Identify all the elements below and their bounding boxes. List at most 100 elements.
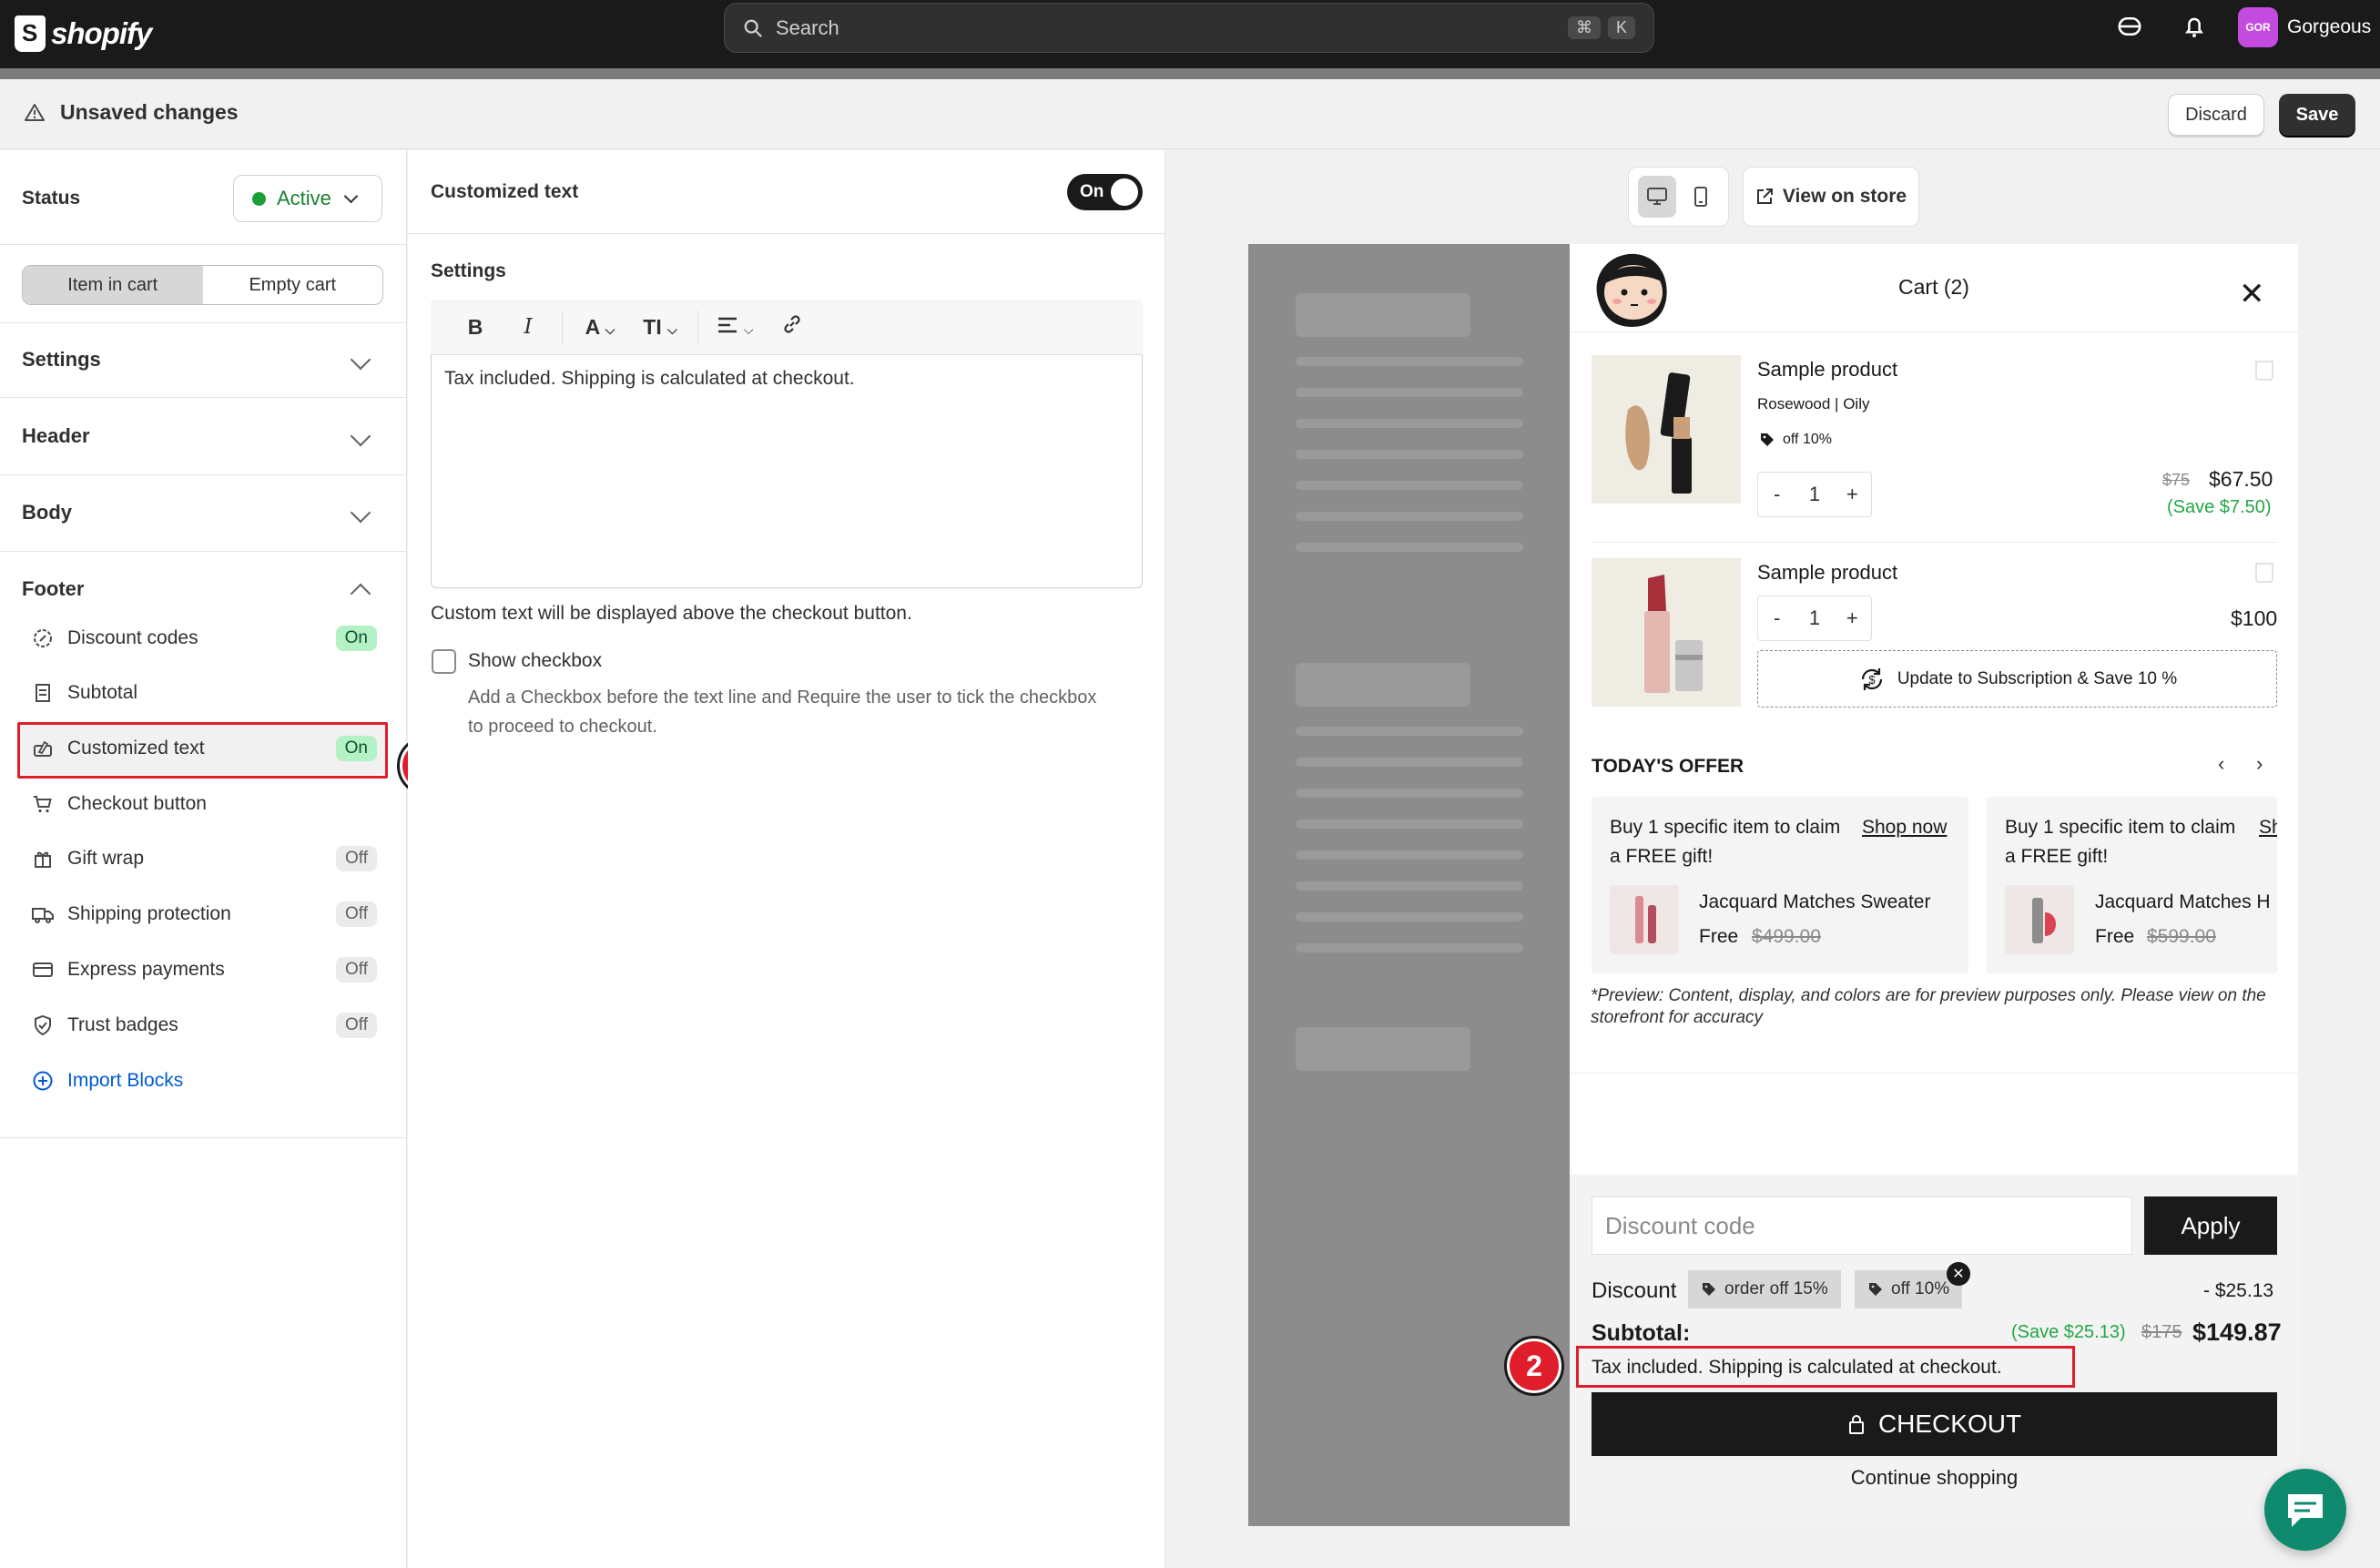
plus-circle-icon bbox=[31, 1069, 55, 1093]
device-toggle bbox=[1628, 167, 1729, 227]
footer-item-shipping-protection[interactable]: Shipping protection Off bbox=[31, 894, 377, 934]
tab-empty-cart[interactable]: Empty cart bbox=[203, 266, 383, 304]
checkout-button[interactable]: CHECKOUT bbox=[1592, 1392, 2277, 1456]
item-1-savings: (Save $7.50) bbox=[2167, 497, 2272, 517]
subtotal-savings: (Save $25.13) bbox=[2011, 1322, 2126, 1342]
trash-icon[interactable] bbox=[2255, 361, 2273, 381]
tab-item-in-cart[interactable]: Item in cart bbox=[23, 266, 203, 304]
remove-discount-icon[interactable]: ✕ bbox=[1947, 1262, 1970, 1286]
chevron-down-icon bbox=[350, 502, 371, 524]
skeleton-line bbox=[1296, 912, 1523, 921]
offer-2-thumbnail bbox=[2005, 885, 2074, 954]
item-1-quantity-stepper[interactable]: - 1 + bbox=[1757, 472, 1872, 517]
cart-state-tabs: Item in cart Empty cart bbox=[22, 265, 383, 305]
view-on-store-button[interactable]: View on store bbox=[1743, 167, 1919, 227]
text-color-button[interactable]: A ⌵ bbox=[570, 315, 630, 340]
show-checkbox[interactable] bbox=[432, 649, 456, 674]
offer-1-shop-now-link[interactable]: Shop now bbox=[1862, 813, 1947, 842]
search-placeholder: Search bbox=[776, 15, 839, 39]
editor-content[interactable]: Tax included. Shipping is calculated at … bbox=[444, 368, 855, 390]
increase-button[interactable]: + bbox=[1834, 606, 1871, 630]
link-button[interactable] bbox=[766, 313, 819, 341]
footer-item-gift-wrap[interactable]: Gift wrap Off bbox=[31, 839, 377, 879]
footer-item-trust-badges[interactable]: Trust badges Off bbox=[31, 1005, 377, 1045]
increase-button[interactable]: + bbox=[1834, 483, 1871, 506]
annotation-box-1 bbox=[17, 722, 388, 779]
discount-code-input[interactable]: Discount code bbox=[1592, 1196, 2132, 1255]
shopify-bag-icon bbox=[15, 15, 46, 52]
offer-next-icon[interactable]: › bbox=[2256, 752, 2263, 776]
divider bbox=[1592, 542, 2277, 543]
lipstick-illustration bbox=[1644, 575, 1703, 693]
desktop-view-button[interactable] bbox=[1637, 176, 1676, 218]
search-bar[interactable]: Search ⌘ K bbox=[724, 3, 1654, 53]
storefront-backdrop bbox=[1248, 244, 1571, 1526]
status-dropdown[interactable]: Active bbox=[233, 175, 382, 222]
store-avatar: GOR bbox=[2238, 7, 2278, 47]
status-badge: On bbox=[335, 626, 377, 651]
chevron-down-icon bbox=[350, 425, 371, 447]
item-2-quantity-stepper[interactable]: - 1 + bbox=[1757, 596, 1872, 641]
lip-tint-illustration bbox=[2032, 898, 2056, 943]
offer-1-old-price: $499.00 bbox=[1752, 926, 1821, 947]
search-icon bbox=[744, 19, 762, 37]
mascot-icon bbox=[1596, 253, 1667, 327]
footer-item-subtotal[interactable]: Subtotal bbox=[31, 673, 377, 713]
footer-item-checkout-button[interactable]: Checkout button bbox=[31, 784, 377, 824]
discard-button[interactable]: Discard bbox=[2168, 94, 2264, 136]
footer-item-express-payments[interactable]: Express payments Off bbox=[31, 950, 377, 990]
bell-icon[interactable] bbox=[2181, 13, 2208, 40]
chat-button[interactable] bbox=[2264, 1469, 2346, 1551]
skeleton-line bbox=[1296, 450, 1523, 459]
section-body[interactable]: Body bbox=[22, 501, 377, 524]
external-link-icon bbox=[1756, 188, 1773, 204]
sidekick-icon[interactable] bbox=[2116, 13, 2143, 40]
skeleton-block bbox=[1296, 1027, 1470, 1071]
italic-button[interactable]: I bbox=[502, 315, 554, 339]
preview-disclaimer: *Preview: Content, display, and colors a… bbox=[1591, 986, 2266, 1027]
chevron-up-icon bbox=[350, 583, 371, 605]
save-button[interactable]: Save bbox=[2279, 94, 2355, 136]
item-1-name: Sample product bbox=[1757, 358, 1898, 381]
offer-2-shop-now-link[interactable]: Sh bbox=[2259, 813, 2277, 842]
apply-button[interactable]: Apply bbox=[2144, 1196, 2277, 1255]
todays-offer-title: TODAY'S OFFER bbox=[1592, 756, 1744, 777]
store-menu[interactable]: GOR Gorgeous bbox=[2238, 7, 2371, 47]
item-1-discount-tag: off 10% bbox=[1759, 432, 1832, 448]
subscription-upsell-button[interactable]: $ Update to Subscription & Save 10 % bbox=[1757, 650, 2277, 708]
offer-1-headline: Buy 1 specific item to claim a FREE gift… bbox=[1610, 817, 1841, 867]
bold-button[interactable]: B bbox=[449, 315, 502, 340]
mobile-view-button[interactable] bbox=[1682, 176, 1720, 218]
section-settings[interactable]: Settings bbox=[22, 348, 377, 372]
section-header[interactable]: Header bbox=[22, 424, 377, 448]
import-blocks-link[interactable]: Import Blocks bbox=[31, 1061, 377, 1101]
cart-icon bbox=[31, 792, 55, 816]
status-badge: Off bbox=[336, 1013, 377, 1038]
status-badge: Off bbox=[336, 901, 377, 927]
show-checkbox-label[interactable]: Show checkbox bbox=[468, 650, 602, 672]
divider bbox=[0, 322, 407, 323]
decrease-button[interactable]: - bbox=[1758, 606, 1795, 630]
skeleton-line bbox=[1296, 820, 1523, 829]
chevron-down-icon bbox=[343, 188, 359, 203]
offer-1-free: Free bbox=[1699, 926, 1739, 947]
cart-title: Cart (2) bbox=[1898, 275, 1969, 299]
section-footer[interactable]: Footer bbox=[22, 577, 377, 605]
decrease-button[interactable]: - bbox=[1758, 483, 1795, 506]
checkbox-help-text: Add a Checkbox before the text line and … bbox=[468, 687, 1097, 737]
shopify-logo[interactable]: shopify bbox=[15, 7, 152, 60]
align-button[interactable]: ⌵ bbox=[706, 315, 766, 340]
continue-shopping-link[interactable]: Continue shopping bbox=[1592, 1466, 2277, 1490]
offer-prev-icon[interactable]: ‹ bbox=[2218, 752, 2224, 776]
trash-icon[interactable] bbox=[2255, 563, 2273, 583]
header-band bbox=[0, 68, 2380, 79]
offer-2-free: Free bbox=[2095, 926, 2135, 947]
credit-card-icon bbox=[31, 958, 55, 982]
text-size-button[interactable]: TI ⌵ bbox=[630, 315, 690, 340]
gloss-illustration bbox=[1635, 896, 1656, 943]
offer-2-product: Jacquard Matches H bbox=[2095, 891, 2271, 912]
customized-text-toggle[interactable]: On bbox=[1067, 174, 1143, 210]
chevron-down-icon: ⌵ bbox=[667, 321, 677, 337]
footer-item-discount-codes[interactable]: Discount codes On bbox=[31, 618, 377, 658]
close-icon[interactable]: ✕ bbox=[2239, 276, 2265, 312]
